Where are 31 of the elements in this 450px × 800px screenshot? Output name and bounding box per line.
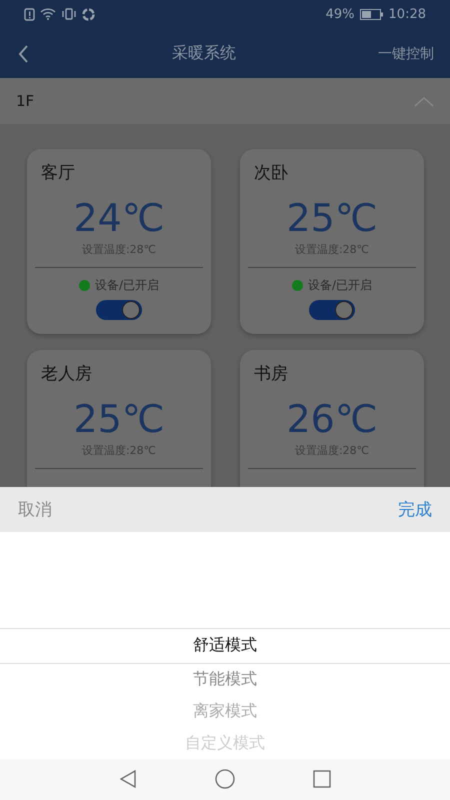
vibrate-icon <box>61 8 77 20</box>
cancel-button[interactable]: 取消 <box>18 498 52 521</box>
power-toggle[interactable] <box>96 300 142 320</box>
mode-option[interactable]: 节能模式 <box>0 664 450 696</box>
device-status: 设备/已开启 <box>94 277 160 294</box>
notification-icon <box>24 8 35 21</box>
recents-nav-button[interactable] <box>313 770 331 788</box>
room-name: 客厅 <box>41 162 75 184</box>
clock-time: 10:28 <box>388 6 426 22</box>
back-button[interactable] <box>16 44 30 64</box>
room-temperature: 26℃ <box>286 397 378 442</box>
device-status: 设备/已开启 <box>308 277 372 294</box>
wifi-icon <box>40 8 56 20</box>
mode-option[interactable]: 舒适模式 <box>0 628 450 664</box>
sync-icon <box>82 8 95 21</box>
room-temperature: 25℃ <box>73 397 165 442</box>
back-nav-button[interactable] <box>119 770 137 788</box>
room-temperature: 24℃ <box>73 196 165 240</box>
room-name: 老人房 <box>41 363 92 386</box>
room-name: 书房 <box>254 363 288 386</box>
room-temperature: 25℃ <box>286 196 378 240</box>
battery-percent: 49% <box>326 6 355 22</box>
one-key-control-button[interactable]: 一键控制 <box>378 44 434 63</box>
room-name: 次卧 <box>254 162 288 184</box>
done-button[interactable]: 完成 <box>398 498 432 521</box>
home-nav-button[interactable] <box>215 769 235 790</box>
mode-option[interactable]: 离家模式 <box>0 696 450 728</box>
power-toggle[interactable] <box>309 300 355 320</box>
floor-label: 1F <box>16 92 34 110</box>
page-title: 采暖系统 <box>172 43 236 64</box>
battery-icon <box>360 8 384 20</box>
